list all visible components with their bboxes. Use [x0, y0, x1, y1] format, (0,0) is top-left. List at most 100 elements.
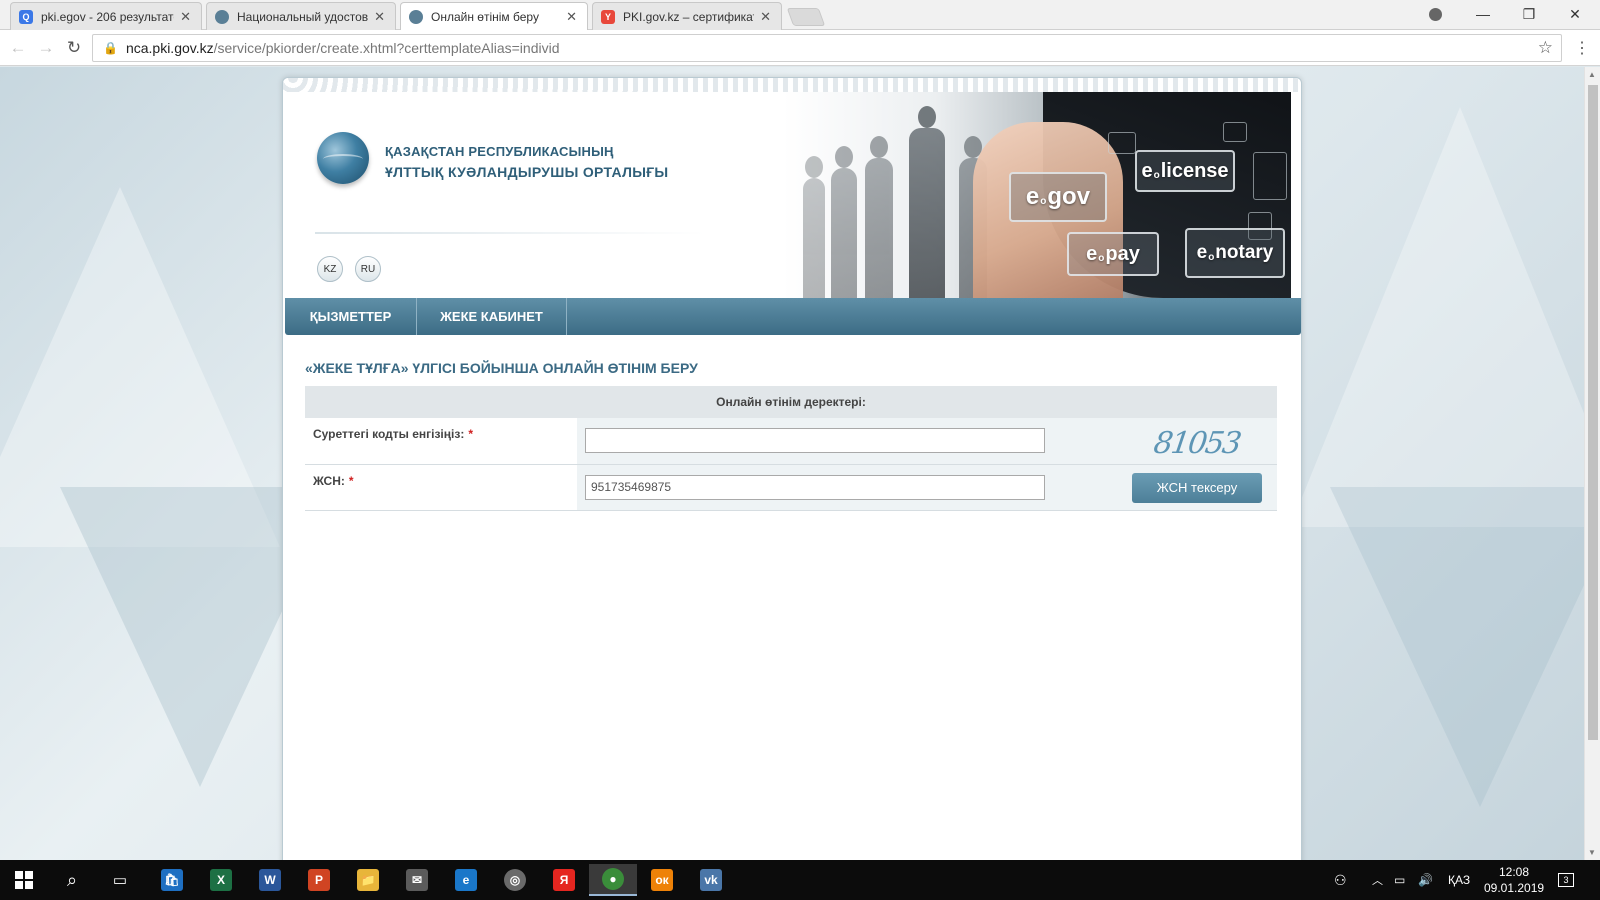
browser-tab-1[interactable]: Q pki.egov - 206 результатов ✕	[10, 2, 202, 30]
elicense-text: license	[1160, 159, 1229, 182]
iin-row: ЖСН:* ЖСН тексеру	[305, 464, 1277, 511]
back-arrow-icon[interactable]: ←	[6, 36, 30, 60]
taskbar-app-vk[interactable]: vk	[687, 864, 735, 896]
clock-date: 09.01.2019	[1484, 881, 1545, 895]
browser-tab-2[interactable]: Национальный удостове ✕	[206, 2, 396, 30]
close-tab-icon[interactable]: ✕	[180, 9, 191, 25]
banner-enotary-label: e o notary	[1185, 228, 1285, 278]
banner-person	[909, 106, 945, 298]
close-tab-icon[interactable]: ✕	[566, 9, 577, 25]
required-marker: *	[348, 473, 354, 488]
tray-chevron-icon[interactable]: ︿	[1372, 860, 1383, 900]
nav-personal-cabinet[interactable]: ЖЕКЕ КАБИНЕТ	[417, 298, 567, 335]
minimize-icon[interactable]: —	[1460, 0, 1506, 28]
tab-title: pki.egov - 206 результатов	[41, 9, 175, 24]
system-clock[interactable]: 12:08 09.01.2019	[1484, 864, 1544, 896]
browser-tab-bar: Q pki.egov - 206 результатов ✕ Националь…	[0, 0, 1600, 31]
globe-favicon-icon	[215, 9, 229, 24]
profile-icon[interactable]	[1412, 0, 1458, 28]
excel-icon: X	[210, 869, 232, 891]
odnoklassniki-icon: ок	[651, 869, 673, 891]
logo-text-line2: ҰЛТТЫҚ КУӘЛАНДЫРУШЫ ОРТАЛЫҒЫ	[385, 164, 669, 180]
powerpoint-icon: P	[308, 869, 330, 891]
people-icon[interactable]: ⚇	[1334, 860, 1347, 900]
taskbar-app-yandex[interactable]: Я	[540, 864, 588, 896]
taskbar-app-media[interactable]: ◎	[491, 864, 539, 896]
close-tab-icon[interactable]: ✕	[760, 9, 771, 25]
mail-icon: ✉	[406, 869, 428, 891]
scrollbar-thumb[interactable]	[1588, 85, 1598, 740]
form-section-header: Онлайн өтінім деректері:	[305, 386, 1277, 418]
background-shape	[1290, 107, 1584, 527]
taskbar-app-explorer[interactable]: 📁	[344, 864, 392, 896]
captcha-label-cell: Суреттегі кодты енгізіңіз: *	[305, 418, 577, 465]
yandex-favicon-icon: Y	[601, 9, 615, 24]
close-tab-icon[interactable]: ✕	[374, 9, 385, 25]
banner-person	[865, 136, 893, 298]
taskbar-app-odnoklassniki[interactable]: ок	[638, 864, 686, 896]
browser-tab-4[interactable]: Y PKI.gov.kz – сертификат ✕	[592, 2, 782, 30]
notifications-icon[interactable]: 3	[1558, 860, 1574, 900]
captcha-label: Суреттегі кодты енгізіңіз:	[313, 427, 465, 441]
globe-favicon-icon	[409, 10, 423, 24]
vk-icon: vk	[700, 869, 722, 891]
scroll-down-icon[interactable]: ▼	[1588, 848, 1596, 857]
windows-taskbar: ⌕ ▭ 🛍 X W P 📁 ✉ e ◎ Я ● ок vk ⚇ ︿ ▭ 🔊 ҚАЗ 12:08 09.…	[0, 860, 1600, 900]
epay-prefix: e	[1086, 242, 1098, 265]
required-marker: *	[468, 427, 473, 441]
edge-icon: e	[455, 869, 477, 891]
language-kz-button[interactable]: KZ	[317, 256, 343, 282]
close-window-icon[interactable]: ✕	[1552, 0, 1598, 28]
taskbar-app-chrome[interactable]: ●	[589, 864, 637, 896]
header-banner: e o gov e o license e o pay e o notary	[783, 92, 1291, 298]
nav-services[interactable]: ҚЫЗМЕТТЕР	[285, 298, 417, 335]
taskbar-app-store[interactable]: 🛍	[148, 864, 196, 896]
address-bar[interactable]: 🔒 nca.pki.gov.kz /service/pkiorder/creat…	[92, 34, 1562, 62]
background-shape	[1330, 487, 1584, 807]
taskbar-app-mail[interactable]: ✉	[393, 864, 441, 896]
new-tab-button[interactable]	[786, 8, 826, 26]
nca-globe-logo-icon[interactable]	[317, 132, 369, 184]
notification-count: 3	[1558, 873, 1574, 887]
scroll-up-icon[interactable]: ▲	[1588, 70, 1596, 79]
captcha-field-cell	[577, 418, 1117, 465]
browser-menu-icon[interactable]: ⋮	[1574, 38, 1590, 58]
network-icon[interactable]: ▭	[1394, 860, 1405, 900]
volume-icon[interactable]: 🔊	[1418, 860, 1433, 900]
forward-arrow-icon[interactable]: →	[34, 36, 58, 60]
taskbar-app-excel[interactable]: X	[197, 864, 245, 896]
bookmark-star-icon[interactable]: ☆	[1538, 38, 1553, 58]
tab-title: Национальный удостове	[237, 9, 369, 24]
egov-prefix: e	[1025, 183, 1040, 210]
yandex-icon: Я	[553, 869, 575, 891]
search-icon[interactable]: ⌕	[48, 864, 96, 896]
captcha-row: Суреттегі кодты енгізіңіз: * 81053	[305, 418, 1277, 465]
restore-icon[interactable]: ❐	[1506, 0, 1552, 28]
banner-square	[1108, 132, 1136, 154]
browser-tab-3-active[interactable]: Онлайн өтінім беру ✕	[400, 2, 588, 31]
check-iin-button[interactable]: ЖСН тексеру	[1132, 472, 1262, 503]
taskbar-app-word[interactable]: W	[246, 864, 294, 896]
url-path: /service/pkiorder/create.xhtml?certtempl…	[213, 40, 560, 56]
store-icon: 🛍	[161, 869, 183, 891]
windows-start-icon[interactable]	[0, 864, 48, 896]
language-ru-button[interactable]: RU	[355, 256, 381, 282]
captcha-image: 81053	[1151, 426, 1243, 461]
input-language[interactable]: ҚАЗ	[1448, 860, 1470, 900]
taskbar-app-edge[interactable]: e	[442, 864, 490, 896]
epay-text: pay	[1105, 242, 1140, 265]
banner-person	[803, 156, 825, 298]
media-icon: ◎	[504, 869, 526, 891]
taskbar-app-powerpoint[interactable]: P	[295, 864, 343, 896]
reload-icon[interactable]: ↻	[62, 36, 86, 60]
iin-input[interactable]	[585, 474, 1045, 500]
captcha-input[interactable]	[585, 428, 1045, 453]
tab-title: PKI.gov.kz – сертификат	[623, 9, 755, 24]
task-view-icon[interactable]: ▭	[96, 864, 144, 896]
banner-egov-label: e o gov	[1009, 172, 1107, 222]
page-viewport: ҚАЗАҚСТАН РЕСПУБЛИКАСЫНЫҢ ҰЛТТЫҚ КУӘЛАНД…	[0, 67, 1584, 860]
captcha-image-cell: 81053	[1117, 418, 1277, 465]
enotary-text: notary	[1215, 242, 1274, 263]
url-host: nca.pki.gov.kz	[125, 40, 214, 56]
page-scrollbar[interactable]: ▲ ▼	[1584, 67, 1600, 860]
